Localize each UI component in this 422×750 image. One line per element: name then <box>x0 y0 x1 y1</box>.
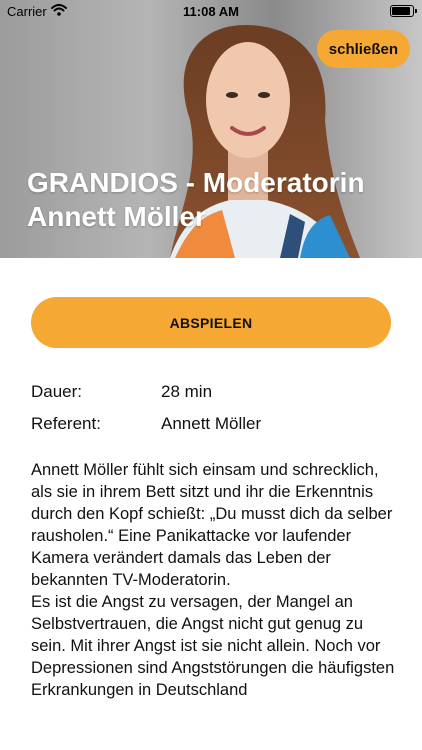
speaker-value: Annett Möller <box>161 414 262 433</box>
duration-value: 28 min <box>161 382 213 401</box>
page-title: GRANDIOS - Moderatorin Annett Möller <box>27 167 365 232</box>
description-paragraph: Es ist die Angst zu versagen, der Mangel… <box>31 593 395 699</box>
hero-image: schließen GRANDIOS - Moderatorin Annett … <box>0 0 422 258</box>
meta-info: Dauer: 28 min Referent: Annett Möller <box>31 376 391 440</box>
meta-row-duration: Dauer: 28 min <box>31 376 391 408</box>
close-button[interactable]: schließen <box>316 30 410 68</box>
meta-row-speaker: Referent: Annett Möller <box>31 408 391 440</box>
description-paragraph: Annett Möller fühlt sich einsam und schr… <box>31 461 393 589</box>
clock: 11:08 AM <box>183 4 239 19</box>
battery-icon <box>390 5 417 17</box>
status-bar: Carrier 11:08 AM <box>0 0 422 22</box>
speaker-label: Referent: <box>31 414 101 433</box>
description: Annett Möller fühlt sich einsam und schr… <box>31 459 396 721</box>
play-button[interactable]: ABSPIELEN <box>31 297 391 348</box>
duration-label: Dauer: <box>31 382 83 401</box>
